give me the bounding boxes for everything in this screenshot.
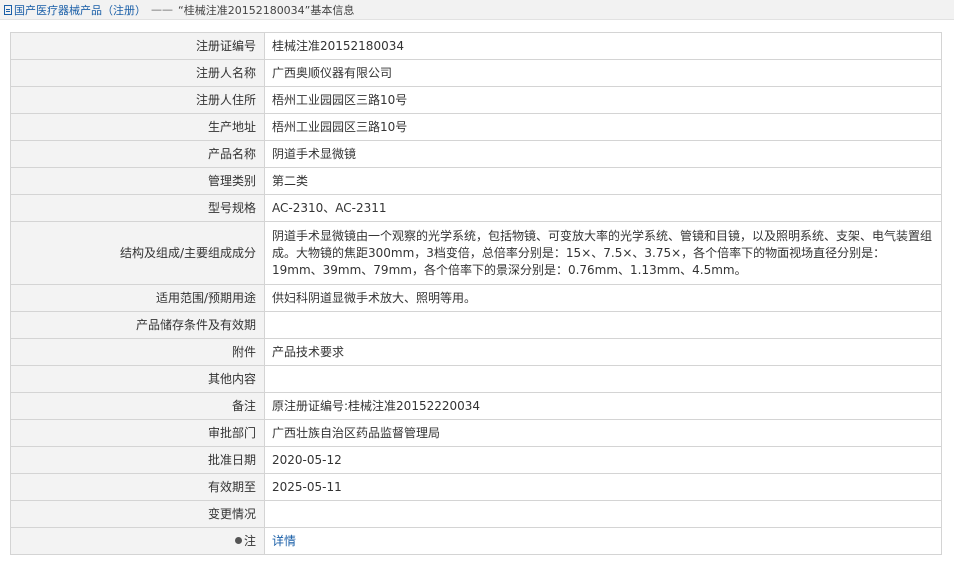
note-value-cell: 详情: [264, 527, 942, 555]
row-value: 广西奥顺仪器有限公司: [264, 59, 942, 87]
table-row: 注册人住所 梧州工业园园区三路10号: [10, 86, 942, 114]
document-icon: [4, 4, 12, 15]
table-row: 型号规格 AC-2310、AC-2311: [10, 194, 942, 222]
row-value: 阴道手术显微镜: [264, 140, 942, 168]
row-label: 适用范围/预期用途: [10, 284, 265, 312]
row-label: 管理类别: [10, 167, 265, 195]
table-row: 注册人名称 广西奥顺仪器有限公司: [10, 59, 942, 87]
table-row: 产品名称 阴道手术显微镜: [10, 140, 942, 168]
table-row: 结构及组成/主要组成成分 阴道手术显微镜由一个观察的光学系统，包括物镜、可变放大…: [10, 221, 942, 285]
table-row: 有效期至 2025-05-11: [10, 473, 942, 501]
table-row: 其他内容: [10, 365, 942, 393]
row-label: 产品储存条件及有效期: [10, 311, 265, 339]
row-label: 产品名称: [10, 140, 265, 168]
table-row: 附件 产品技术要求: [10, 338, 942, 366]
row-value: 阴道手术显微镜由一个观察的光学系统，包括物镜、可变放大率的光学系统、管镜和目镜，…: [264, 221, 942, 285]
table-row: 批准日期 2020-05-12: [10, 446, 942, 474]
breadcrumb-separator: ——: [151, 3, 173, 16]
row-value: 原注册证编号:桂械注准20152220034: [264, 392, 942, 420]
row-value: 桂械注准20152180034: [264, 32, 942, 60]
row-value: 2020-05-12: [264, 446, 942, 474]
table-row: 变更情况: [10, 500, 942, 528]
row-label: 其他内容: [10, 365, 265, 393]
note-label-cell: 注: [10, 527, 265, 555]
table-row: 生产地址 梧州工业园园区三路10号: [10, 113, 942, 141]
row-value: 产品技术要求: [264, 338, 942, 366]
row-value: 梧州工业园园区三路10号: [264, 113, 942, 141]
row-value: 第二类: [264, 167, 942, 195]
note-label: 注: [243, 533, 256, 548]
table-row: 审批部门 广西壮族自治区药品监督管理局: [10, 419, 942, 447]
detail-table-container: 注册证编号 桂械注准20152180034 注册人名称 广西奥顺仪器有限公司 注…: [10, 32, 942, 555]
row-value: 2025-05-11: [264, 473, 942, 501]
row-label: 结构及组成/主要组成成分: [10, 221, 265, 285]
row-value: 梧州工业园园区三路10号: [264, 86, 942, 114]
row-label: 批准日期: [10, 446, 265, 474]
bullet-icon: [234, 536, 242, 544]
breadcrumb-root-link[interactable]: 国产医疗器械产品（注册）: [14, 2, 146, 18]
row-label: 变更情况: [10, 500, 265, 528]
row-label: 注册人名称: [10, 59, 265, 87]
row-value: 广西壮族自治区药品监督管理局: [264, 419, 942, 447]
row-label: 生产地址: [10, 113, 265, 141]
row-label: 注册证编号: [10, 32, 265, 60]
table-row: 管理类别 第二类: [10, 167, 942, 195]
note-row: 注 详情: [10, 527, 942, 555]
table-row: 产品储存条件及有效期: [10, 311, 942, 339]
row-label: 附件: [10, 338, 265, 366]
row-label: 注册人住所: [10, 86, 265, 114]
detail-table: 注册证编号 桂械注准20152180034 注册人名称 广西奥顺仪器有限公司 注…: [10, 32, 942, 555]
row-value: [264, 311, 942, 339]
row-label: 型号规格: [10, 194, 265, 222]
table-row: 适用范围/预期用途 供妇科阴道显微手术放大、照明等用。: [10, 284, 942, 312]
row-label: 有效期至: [10, 473, 265, 501]
row-value: 供妇科阴道显微手术放大、照明等用。: [264, 284, 942, 312]
row-value: AC-2310、AC-2311: [264, 194, 942, 222]
table-row: 注册证编号 桂械注准20152180034: [10, 32, 942, 60]
row-label: 审批部门: [10, 419, 265, 447]
row-value: [264, 500, 942, 528]
details-link[interactable]: 详情: [272, 534, 296, 548]
row-label: 备注: [10, 392, 265, 420]
row-value: [264, 365, 942, 393]
table-row: 备注 原注册证编号:桂械注准20152220034: [10, 392, 942, 420]
breadcrumb: 国产医疗器械产品（注册） —— “桂械注准20152180034”基本信息: [0, 0, 954, 20]
breadcrumb-current: “桂械注准20152180034”基本信息: [178, 3, 355, 17]
